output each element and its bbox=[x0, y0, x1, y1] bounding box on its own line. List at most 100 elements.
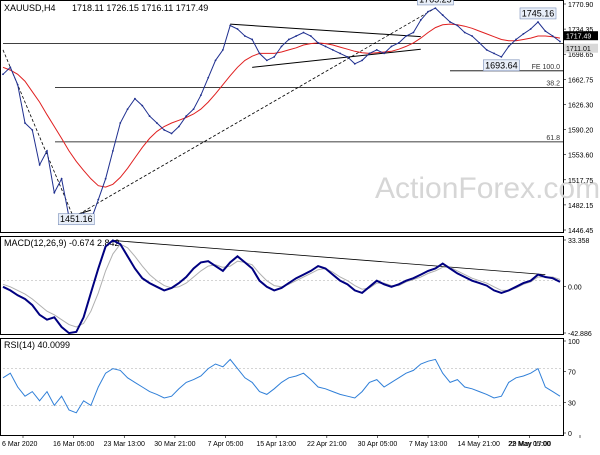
price-point bbox=[522, 32, 525, 35]
price-point bbox=[390, 45, 393, 48]
x-tick-label: 23 Mar 13:00 bbox=[104, 441, 145, 448]
price-annotation-label: 1745.16 bbox=[522, 8, 555, 18]
price-point bbox=[375, 49, 378, 51]
price-point bbox=[141, 104, 144, 107]
price-point bbox=[361, 59, 364, 62]
price-point bbox=[383, 52, 386, 55]
y-tick-label: 1553.60 bbox=[568, 153, 593, 160]
price-point bbox=[471, 35, 473, 37]
price-point bbox=[192, 108, 195, 111]
price-point bbox=[559, 40, 561, 43]
price-point bbox=[456, 24, 459, 27]
y-tick-label: 1517.75 bbox=[568, 178, 593, 185]
price-point bbox=[544, 30, 547, 32]
trendlines-layer bbox=[2, 7, 563, 406]
price-point bbox=[16, 83, 19, 86]
price-point bbox=[134, 97, 136, 100]
price-point bbox=[295, 35, 298, 37]
price-point bbox=[309, 35, 312, 37]
price-point bbox=[156, 122, 158, 124]
y-tick-label: 1482.15 bbox=[568, 203, 593, 210]
price-point bbox=[214, 59, 217, 62]
level-label: 61.8 bbox=[546, 135, 560, 142]
price-point bbox=[485, 49, 488, 51]
price-point bbox=[170, 132, 173, 135]
price-point bbox=[537, 21, 539, 23]
x-tick-label: 16 Mar 05:00 bbox=[53, 441, 94, 448]
price-point bbox=[31, 129, 34, 131]
price-point bbox=[251, 38, 254, 41]
x-tick-label: 30 Mar 21:00 bbox=[154, 441, 195, 448]
y-tick-label: 0 bbox=[568, 431, 572, 438]
price-point bbox=[529, 28, 532, 30]
price-point bbox=[507, 45, 510, 48]
price-point bbox=[46, 150, 48, 152]
price-point bbox=[229, 24, 232, 27]
price-point bbox=[199, 94, 202, 97]
price-point bbox=[500, 55, 503, 58]
x-tick-label: 7 May 13:00 bbox=[409, 441, 448, 448]
watermark-text: ActionForex.com bbox=[375, 172, 600, 205]
price-point bbox=[551, 35, 554, 37]
level-label: FE 100.0 bbox=[532, 64, 561, 71]
macd-panel-frame bbox=[0, 236, 564, 335]
price-point bbox=[38, 163, 41, 166]
price-point bbox=[353, 62, 356, 65]
price-point bbox=[163, 129, 166, 131]
price-point bbox=[478, 42, 481, 44]
price-point bbox=[112, 150, 114, 152]
price-point bbox=[397, 42, 400, 44]
x-tick-label: 30 Apr 05:00 bbox=[358, 441, 398, 448]
price-annotation-label: 1693.64 bbox=[485, 60, 518, 70]
price-point bbox=[185, 115, 188, 117]
y-tick-label: 70 bbox=[568, 370, 576, 377]
price-point bbox=[317, 42, 320, 44]
price-point bbox=[258, 52, 261, 55]
symbol-label: XAUUSD,H4 bbox=[4, 3, 56, 13]
y-tick-label: 1698.65 bbox=[568, 52, 593, 59]
x-tick-label: 7 Apr 05:00 bbox=[208, 441, 244, 448]
macd-trendline bbox=[112, 240, 546, 275]
chart-area: ActionForex.com XAUUSD,H4 1718.11 1726.1… bbox=[0, 0, 600, 450]
price-point bbox=[207, 76, 210, 79]
levels-layer: FE 100.0 38.2 61.8 bbox=[55, 64, 563, 143]
chart-svg: ActionForex.com XAUUSD,H4 1718.11 1726.1… bbox=[0, 0, 600, 448]
price-annotation-label: 1765.25 bbox=[419, 0, 452, 4]
price-point bbox=[427, 10, 429, 13]
rsi-title: RSI(14) 40.0099 bbox=[4, 340, 70, 350]
price-point bbox=[148, 115, 151, 117]
moving-average-line bbox=[2, 23, 561, 188]
y-tick-label: 33.358 bbox=[568, 238, 590, 245]
price-point bbox=[273, 55, 276, 58]
x-tick-label: 14 May 21:00 bbox=[458, 441, 501, 448]
price-point bbox=[419, 19, 422, 21]
price-point bbox=[2, 73, 4, 76]
price-point bbox=[53, 191, 56, 194]
y-tick-label: 1626.30 bbox=[568, 102, 593, 109]
price-point bbox=[236, 28, 239, 30]
price-point bbox=[9, 66, 12, 69]
level-label: 38.2 bbox=[546, 81, 560, 88]
price-point bbox=[302, 31, 305, 34]
price-point bbox=[243, 35, 246, 37]
price-point bbox=[493, 52, 495, 55]
y-tick-label: 1770.90 bbox=[568, 2, 593, 9]
price-point bbox=[97, 198, 100, 201]
price-point bbox=[104, 177, 107, 180]
price-point bbox=[449, 21, 451, 23]
price-point bbox=[119, 122, 122, 124]
triangle-upper-line bbox=[230, 23, 421, 38]
price-point bbox=[126, 108, 129, 111]
y-tick-label: 100 bbox=[568, 339, 580, 346]
price-point bbox=[339, 52, 342, 55]
price-point bbox=[463, 31, 466, 34]
price-point bbox=[405, 35, 407, 37]
price-point bbox=[515, 38, 517, 41]
x-tick-label: 29 May 17:00 bbox=[509, 441, 552, 448]
price-point bbox=[287, 38, 290, 41]
x-tick-label: 6 Mar 2020 bbox=[2, 441, 38, 448]
price-point bbox=[60, 177, 63, 180]
ohlc-label: 1718.11 1726.15 1716.11 1717.49 bbox=[72, 3, 208, 13]
y-tick-label: 1446.45 bbox=[568, 228, 593, 235]
price-point bbox=[280, 45, 283, 48]
